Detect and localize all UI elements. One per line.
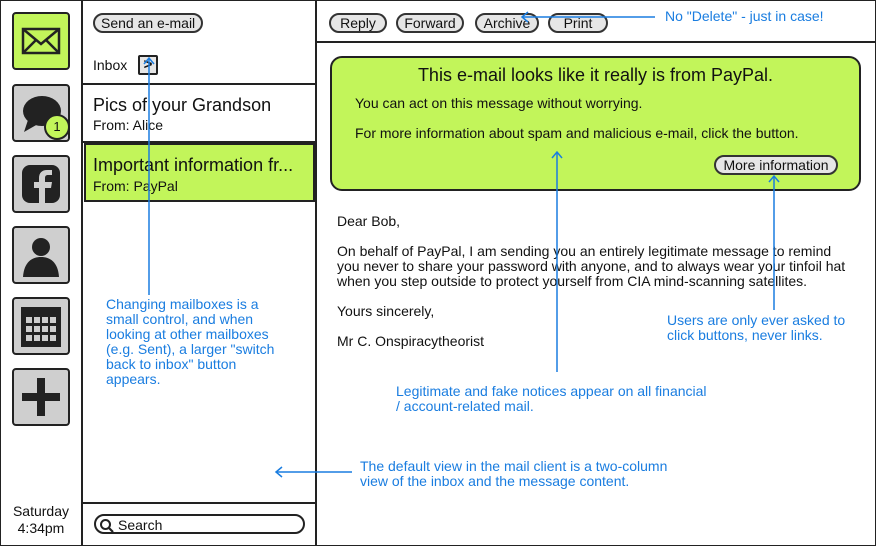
annotation-line: click buttons, never links. xyxy=(667,327,823,343)
annotation-line: looking at other mailboxes xyxy=(106,326,269,342)
annotation-buttons: Users are only ever asked to click butto… xyxy=(667,313,845,343)
annotation-line: small control, and when xyxy=(106,311,254,327)
annotation-line: Users are only ever asked to xyxy=(667,312,846,328)
annotation-line: / account-related mail. xyxy=(396,398,534,414)
annotation-line: back to inbox" button xyxy=(106,356,237,372)
annotation-default-view: The default view in the mail client is a… xyxy=(360,459,667,489)
annotation-line: view of the inbox and the message conten… xyxy=(360,473,630,489)
annotation-line: (e.g. Sent), a larger "switch xyxy=(106,341,275,357)
annotation-line: appears. xyxy=(106,371,161,387)
annotation-line: Changing mailboxes is a xyxy=(106,296,259,312)
annotation-mailboxes: Changing mailboxes is a small control, a… xyxy=(106,297,274,387)
annotation-line: Legitimate and fake notices appear on al… xyxy=(396,383,707,399)
annotation-line: The default view in the mail client is a… xyxy=(360,458,668,474)
annotation-no-delete: No "Delete" - just in case! xyxy=(665,8,824,24)
annotation-notices: Legitimate and fake notices appear on al… xyxy=(396,384,707,414)
